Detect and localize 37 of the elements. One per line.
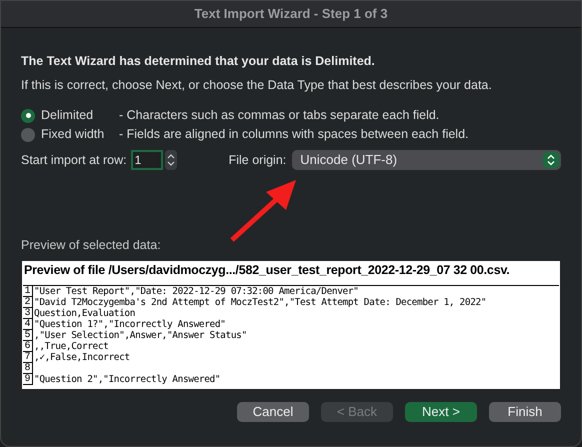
data-line: "Question 2","Incorrectly Answered" <box>34 374 220 385</box>
radio-label: Delimited <box>41 107 94 124</box>
chevron-icon <box>543 152 559 168</box>
field-label: Start import at row: <box>21 152 127 169</box>
dialog-button[interactable]: Cancel <box>237 402 309 422</box>
dialog-button[interactable]: Finish <box>489 402 561 422</box>
preview-title: Preview of file /Users/davidmoczyg.../582_user_test_report_2022-12-29_07 32 00.csv. <box>23 262 511 279</box>
heading-text: The Text Wizard has determined that your data is Delimited. <box>21 53 376 69</box>
data-line: ,"User Selection",Answer,"Answer Status" <box>34 330 247 341</box>
line-number: 2 <box>23 297 33 308</box>
line-number: 3 <box>23 308 33 319</box>
radio-button[interactable] <box>21 128 35 142</box>
stepper-icon[interactable] <box>164 150 177 170</box>
window-title: Text Import Wizard - Step 1 of 3 <box>194 5 388 24</box>
data-line: "David T2Moczygemba's 2nd Attempt of MoczTest2","Test Attempt Date: December 1, 2022" <box>34 297 486 308</box>
instruction-text: If this is correct, choose Next, or choose the Data Type that best describes your data. <box>21 77 493 93</box>
file-origin-dropdown[interactable]: Unicode (UTF-8) <box>292 150 561 170</box>
radio-button[interactable] <box>21 108 35 122</box>
data-line: "User Test Report","Date: 2022-12-29 07:32:00 America/Denver" <box>34 286 358 297</box>
line-number: 1 <box>23 286 33 297</box>
line-number: 4 <box>23 319 33 330</box>
row-number-field[interactable]: 1 <box>130 150 163 170</box>
data-line: ,,True,Correct <box>34 341 108 352</box>
dialog-button[interactable]: Next > <box>405 402 477 422</box>
data-line: ,✓,False,Incorrect <box>34 352 130 363</box>
radio-label: Fixed width <box>41 126 106 144</box>
line-number: 8 <box>23 363 33 374</box>
option-description: - Fields are aligned in columns with spaces between each field. <box>119 126 468 144</box>
line-number: 9 <box>23 374 33 385</box>
line-number: 5 <box>23 330 33 341</box>
field-label: File origin: <box>228 152 286 169</box>
option-description: - Characters such as commas or tabs separate each field. <box>119 107 440 124</box>
data-line: "Question 1?","Incorrectly Answered" <box>34 319 226 330</box>
preview-label: Preview of selected data: <box>21 237 162 253</box>
data-line: Question,Evaluation <box>34 308 136 319</box>
line-number: 7 <box>23 352 33 363</box>
line-number: 6 <box>23 341 33 352</box>
